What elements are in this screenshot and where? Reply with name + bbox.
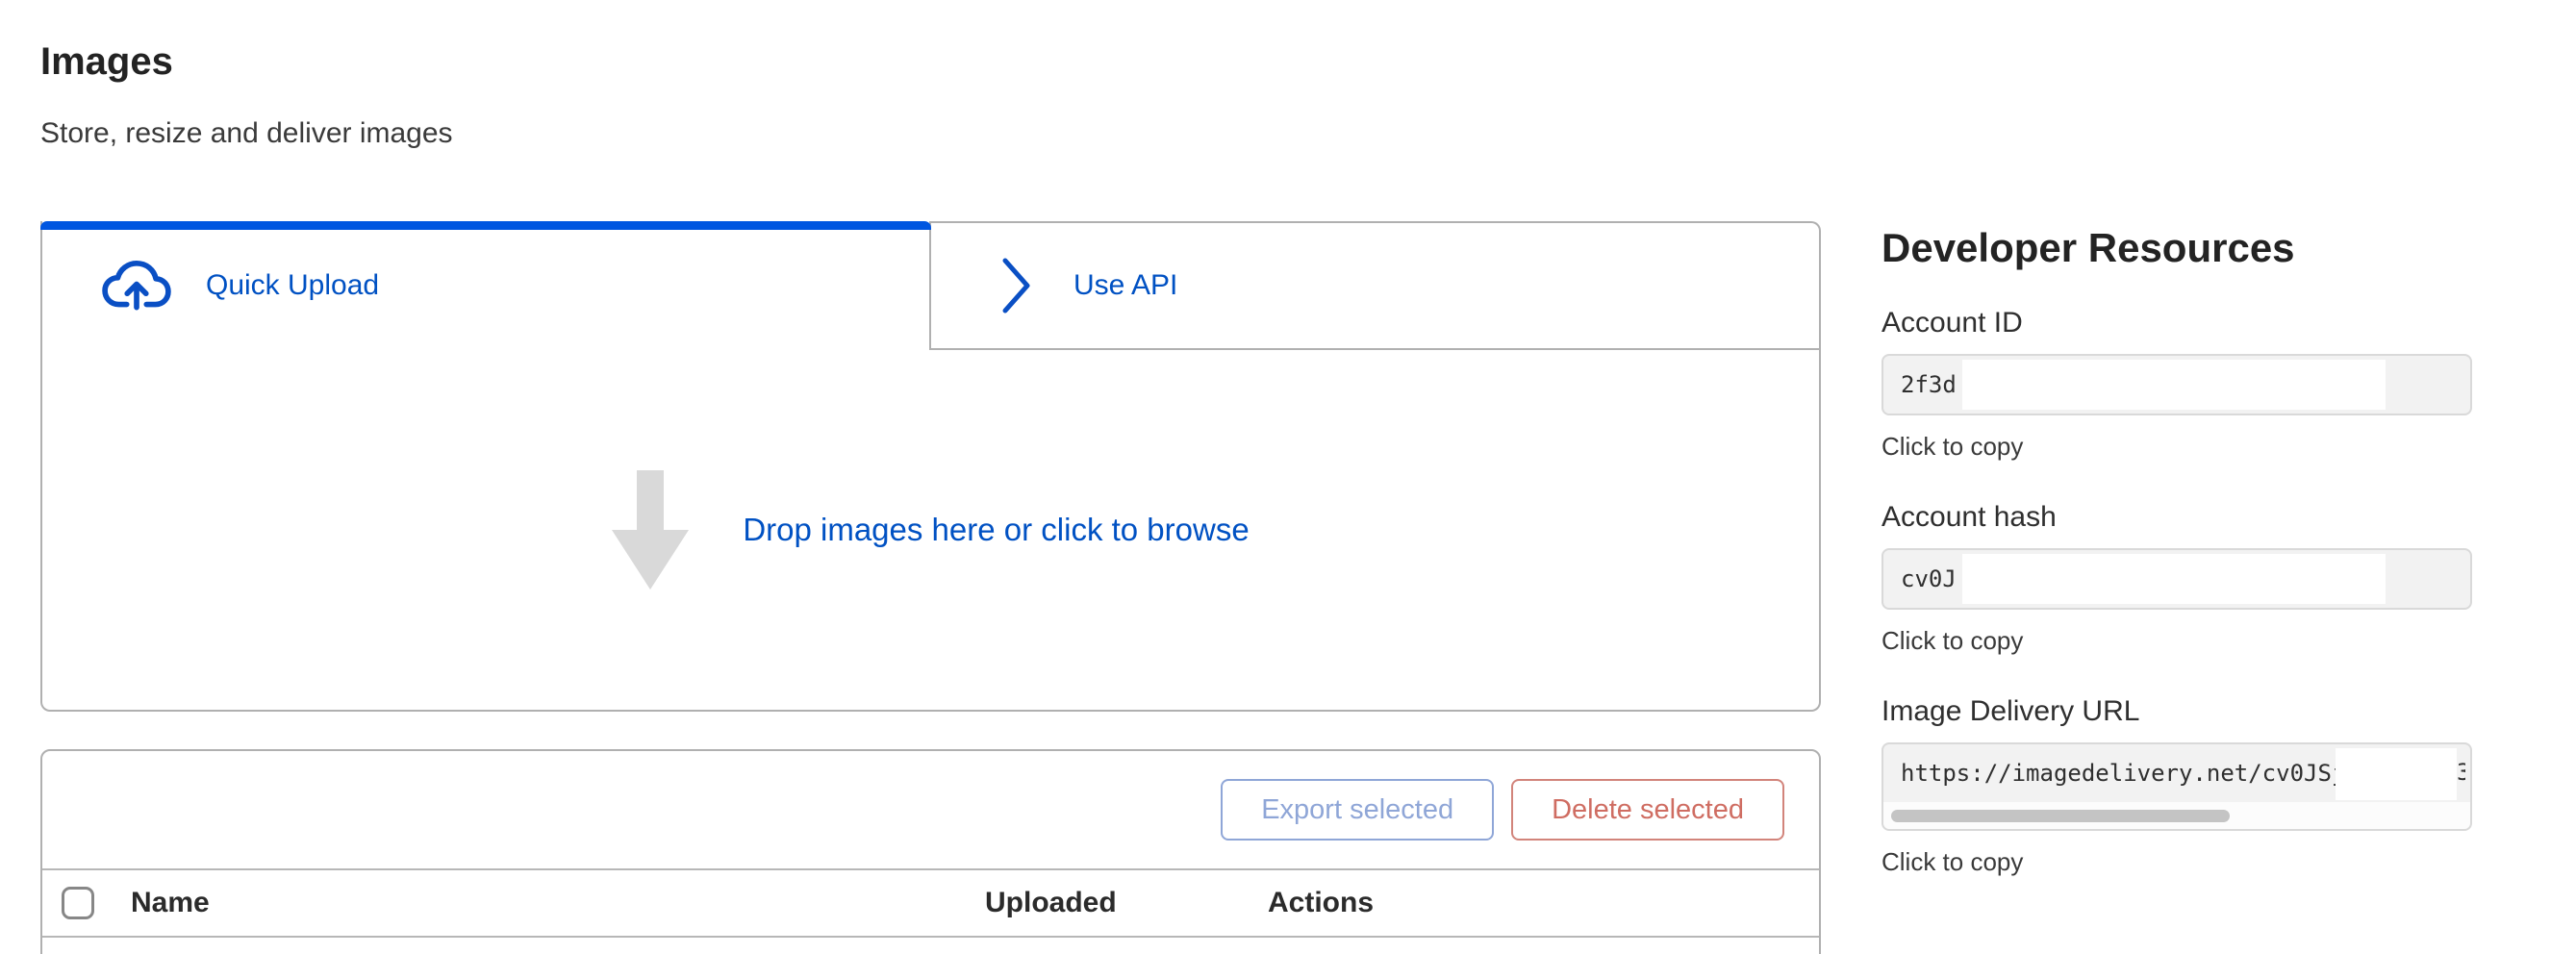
account-id-resource: Account ID 2f3d Click to copy	[1881, 306, 2472, 462]
image-delivery-url-label: Image Delivery URL	[1881, 694, 2472, 729]
tab-quick-upload-label: Quick Upload	[206, 269, 379, 302]
image-list-card: Export selected Delete selected Name Upl…	[40, 749, 1821, 954]
delete-selected-button[interactable]: Delete selected	[1511, 779, 1784, 841]
click-to-copy-hint: Click to copy	[1881, 431, 2472, 462]
tab-quick-upload[interactable]: Quick Upload	[40, 221, 931, 350]
account-hash-resource: Account hash cv0J Click to copy	[1881, 500, 2472, 656]
column-header-actions: Actions	[1268, 887, 1374, 919]
horizontal-scrollbar[interactable]	[1883, 802, 2470, 829]
active-tab-indicator	[40, 221, 931, 230]
account-id-label: Account ID	[1881, 306, 2472, 340]
click-to-copy-hint: Click to copy	[1881, 846, 2472, 877]
click-to-copy-hint: Click to copy	[1881, 625, 2472, 656]
image-delivery-url-resource: Image Delivery URL https://imagedelivery…	[1881, 694, 2472, 877]
down-arrow-icon	[612, 470, 689, 590]
account-hash-field[interactable]: cv0J	[1881, 548, 2472, 610]
account-hash-value: cv0J	[1901, 565, 1957, 592]
column-header-uploaded: Uploaded	[985, 887, 1117, 919]
redaction-overlay	[2336, 748, 2457, 800]
table-header: Name Uploaded Actions	[42, 870, 1819, 938]
cloud-upload-icon	[102, 259, 171, 313]
list-toolbar: Export selected Delete selected	[42, 751, 1819, 870]
upload-card: Quick Upload Use API Drop images here or…	[40, 221, 1821, 712]
tab-use-api-label: Use API	[1073, 269, 1177, 302]
column-header-name: Name	[131, 887, 210, 919]
image-delivery-url-value: https://imagedelivery.net/cv0JSj	[1901, 760, 2345, 787]
upload-tabs: Quick Upload Use API	[40, 221, 1821, 350]
image-delivery-url-field[interactable]: https://imagedelivery.net/cv0JSj 3	[1881, 742, 2472, 831]
select-all-checkbox[interactable]	[62, 887, 94, 919]
redaction-overlay	[1962, 554, 2386, 604]
scrollbar-thumb[interactable]	[1891, 810, 2230, 822]
developer-resources-heading: Developer Resources	[1881, 221, 2472, 271]
dropzone[interactable]: Drop images here or click to browse	[40, 350, 1821, 712]
clipped-url-character: 3	[2457, 759, 2465, 786]
page-title: Images	[40, 40, 173, 84]
account-id-value: 2f3d	[1901, 371, 1957, 398]
tab-use-api[interactable]: Use API	[931, 221, 1821, 350]
chevron-right-icon	[1000, 256, 1033, 315]
redaction-overlay	[1962, 360, 2386, 410]
account-id-field[interactable]: 2f3d	[1881, 354, 2472, 415]
page-subtitle: Store, resize and deliver images	[40, 117, 453, 150]
account-hash-label: Account hash	[1881, 500, 2472, 535]
developer-resources-panel: Developer Resources Account ID 2f3d Clic…	[1881, 221, 2472, 877]
export-selected-button[interactable]: Export selected	[1221, 779, 1494, 841]
images-page: Images Store, resize and deliver images …	[0, 0, 2576, 954]
dropzone-label: Drop images here or click to browse	[743, 512, 1249, 548]
